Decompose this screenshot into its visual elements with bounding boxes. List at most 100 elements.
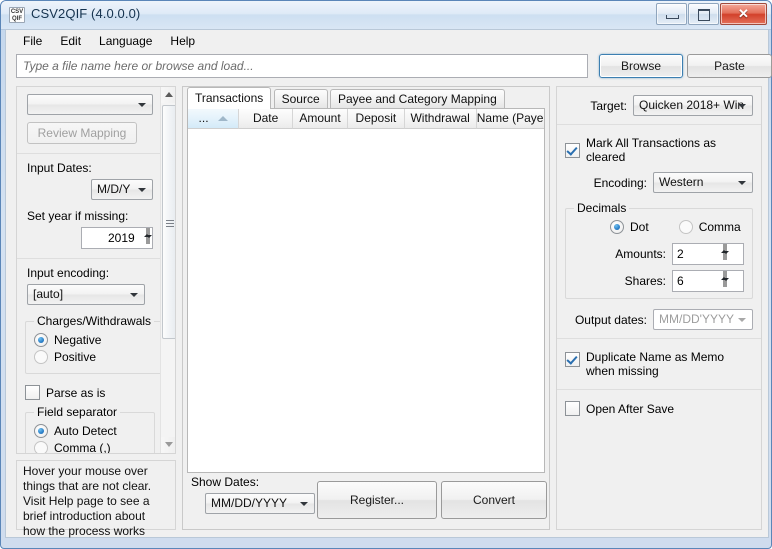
encoding-label: Encoding: [593,175,647,190]
maximize-icon [698,9,710,21]
column-header-row-number[interactable]: ... [188,109,240,129]
radio-selected-icon [34,424,48,438]
paste-button[interactable]: Paste [687,54,772,78]
menu-item-help[interactable]: Help [161,31,204,51]
input-dates-group: Input Dates: M/D/Y Set year if missing: [17,154,163,259]
scroll-up-button[interactable] [161,87,175,103]
column-header-date-label: Date [252,111,279,125]
menu-item-edit[interactable]: Edit [51,31,90,51]
scrollbar-thumb[interactable] [162,105,175,339]
title-bar: CSV QIF CSV2QIF (4.0.0.0) ✕ [1,1,771,30]
set-year-stepper[interactable] [81,227,153,249]
input-encoding-select[interactable]: [auto] [27,284,145,305]
radio-unselected-icon [34,350,48,364]
target-select[interactable]: Quicken 2018+ Win [633,95,753,116]
amounts-stepper[interactable] [672,243,744,265]
register-button[interactable]: Register... [317,481,437,519]
spinner-down-icon[interactable] [146,228,152,244]
column-header-deposit[interactable]: Deposit [348,109,405,129]
tab-strip: Transactions Source Payee and Category M… [183,87,549,109]
column-header-date[interactable]: Date [239,109,293,129]
browse-button[interactable]: Browse [599,54,683,78]
set-year-spin-buttons[interactable] [132,228,152,247]
amounts-input[interactable] [673,244,721,264]
show-dates-value: MM/DD/YYYY [211,496,288,510]
input-dates-select[interactable]: M/D/Y [91,179,153,200]
checkbox-mark-all-cleared[interactable]: Mark All Transactions as cleared [565,136,753,164]
convert-button-label: Convert [472,493,516,507]
browse-button-label: Browse [620,59,661,73]
transactions-grid: ... Date Amount Deposit Withdrawal Name … [187,108,545,473]
checkbox-unchecked-icon [25,385,40,400]
client-area: File Edit Language Help Browse Paste [5,29,772,538]
chevron-down-icon [130,292,138,297]
input-options-scrollbar[interactable] [160,87,175,453]
column-header-name-payee[interactable]: Name (Payee/r [476,109,544,129]
amounts-spin-buttons[interactable] [721,244,741,263]
column-header-withdrawal-label: Withdrawal [410,111,470,125]
chevron-down-icon [138,187,146,192]
checkbox-duplicate-name-as-memo[interactable]: Duplicate Name as Memo when missing [565,350,753,378]
hover-help-text: Hover your mouse over things that are no… [23,464,152,538]
input-options-scroll-content: Review Mapping Input Dates: M/D/Y Set ye… [17,87,164,454]
spinner-down-icon[interactable] [723,271,729,287]
radio-separator-comma[interactable]: Comma (,) [34,441,146,454]
chevron-down-icon [738,103,746,108]
radio-decimals-comma[interactable]: Comma [678,220,741,234]
shares-stepper[interactable] [672,270,744,292]
review-mapping-button[interactable]: Review Mapping [27,122,137,144]
minimize-button[interactable] [656,3,687,25]
encoding-select[interactable]: Western [653,172,753,193]
show-dates-label: Show Dates: [191,475,260,489]
review-mapping-label: Review Mapping [37,126,127,140]
menu-item-language[interactable]: Language [90,31,161,51]
open-after-save-section: Open After Save [557,390,761,427]
charges-withdrawals-section: Charges/Withdrawals Negative Positive [17,314,164,374]
tab-source[interactable]: Source [273,89,328,109]
mapping-select[interactable] [27,94,153,115]
spinner-down-icon[interactable] [723,244,729,260]
paste-button-label: Paste [714,59,745,73]
radio-separator-auto[interactable]: Auto Detect [34,424,146,438]
file-load-row: Browse Paste [16,54,772,80]
shares-label: Shares: [624,274,666,288]
duplicate-name-label: Duplicate Name as Memo when missing [586,350,725,378]
parse-as-is-label: Parse as is [46,385,106,400]
radio-charges-negative[interactable]: Negative [34,333,154,347]
caret-up-icon [164,92,173,97]
radio-charges-negative-label: Negative [54,333,102,347]
scroll-down-button[interactable] [161,437,175,453]
maximize-button[interactable] [688,3,719,25]
tab-payee-category-mapping-label: Payee and Category Mapping [337,92,497,106]
close-icon: ✕ [738,6,749,21]
sort-ascending-icon [217,116,228,122]
charges-withdrawals-group: Charges/Withdrawals Negative Positive [25,314,164,374]
close-button[interactable]: ✕ [720,3,767,25]
app-icon-top-text: CSV [10,9,24,15]
radio-charges-positive-label: Positive [54,350,97,364]
shares-input[interactable] [673,271,721,291]
radio-separator-comma-label: Comma (,) [54,441,111,454]
radio-selected-icon [610,220,624,234]
target-label: Target: [590,98,627,113]
file-path-input[interactable] [16,54,588,78]
output-dates-row: Output dates: MM/DD'YYYY [565,309,753,330]
column-header-withdrawal[interactable]: Withdrawal [404,109,477,129]
menu-item-file[interactable]: File [14,31,51,51]
tab-payee-category-mapping[interactable]: Payee and Category Mapping [329,89,505,109]
tab-transactions[interactable]: Transactions [187,87,272,109]
show-dates-select[interactable]: MM/DD/YYYY [205,493,315,514]
checkbox-open-after-save[interactable]: Open After Save [565,401,753,416]
radio-charges-positive[interactable]: Positive [34,350,154,364]
field-separator-section: Field separator Auto Detect Comma (,) Se… [17,403,163,454]
input-encoding-group: Input encoding: [auto] [17,259,163,314]
shares-spin-buttons[interactable] [721,271,741,290]
target-section: Target: Quicken 2018+ Win [557,87,761,125]
output-dates-select[interactable]: MM/DD'YYYY [653,309,753,330]
checkbox-parse-as-is[interactable]: Parse as is [25,385,155,400]
output-dates-value: MM/DD'YYYY [659,312,734,326]
quicken-options-section: Mark All Transactions as cleared Encodin… [557,125,761,339]
column-header-amount[interactable]: Amount [292,109,349,129]
radio-decimals-dot[interactable]: Dot [610,220,649,234]
convert-button[interactable]: Convert [441,481,547,519]
